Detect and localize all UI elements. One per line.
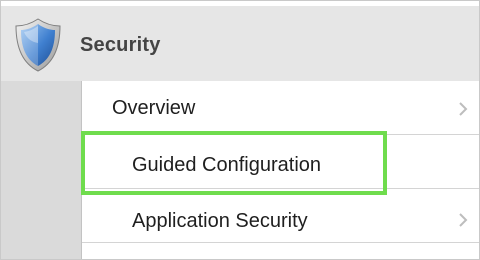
menu-item-overview[interactable]: Overview [82, 81, 479, 135]
shield-icon [15, 18, 61, 72]
left-rail [1, 81, 81, 259]
section-title: Security [80, 34, 161, 56]
section-header[interactable]: Security [1, 6, 479, 81]
menu-item-label: Application Security [132, 210, 308, 232]
submenu: Overview Guided Configuration Applicatio… [81, 81, 479, 259]
chevron-right-icon [459, 213, 468, 227]
menu-item-label: Guided Configuration [132, 154, 322, 176]
menu-item-label: Overview [112, 97, 196, 119]
security-menu-panel: Security Overview Guided Configuration A… [0, 0, 480, 260]
chevron-right-icon [459, 102, 468, 116]
menu-item-application-security[interactable]: Application Security [82, 189, 479, 243]
menu-item-guided-configuration[interactable]: Guided Configuration [82, 135, 479, 189]
